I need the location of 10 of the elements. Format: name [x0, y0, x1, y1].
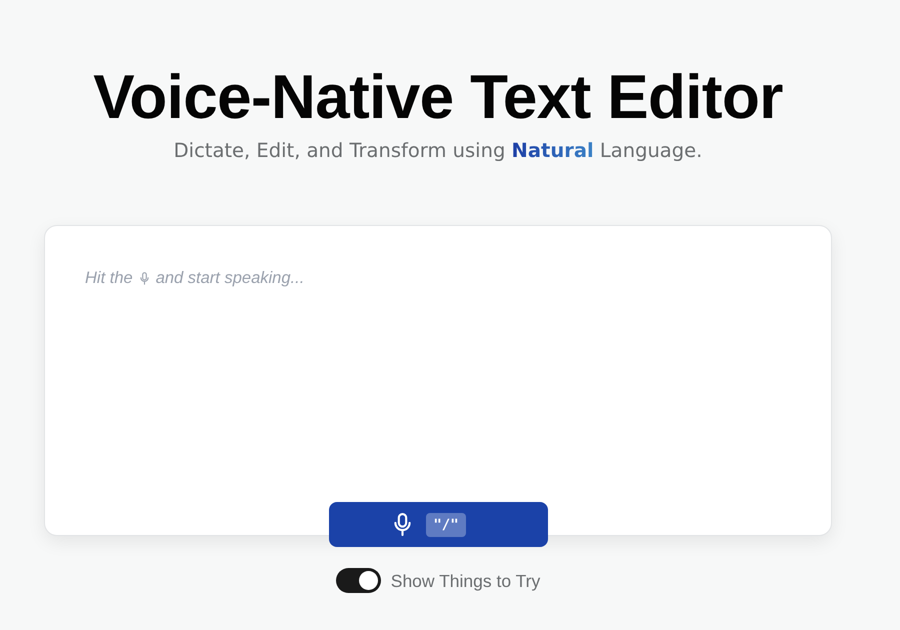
shortcut-key: "/"	[426, 512, 466, 536]
page-title: Voice-Native Text Editor	[93, 62, 783, 134]
microphone-icon	[394, 513, 412, 536]
page-subtitle: Dictate, Edit, and Transform using Natural Language.	[174, 138, 702, 164]
placeholder-text: Hit the	[85, 268, 133, 289]
record-button[interactable]: "/"	[328, 502, 548, 547]
toggle-label[interactable]: Show Things to Try	[390, 570, 540, 592]
microphone-icon	[140, 272, 149, 284]
toggle-switch[interactable]	[336, 568, 381, 593]
placeholder-text: and start speaking...	[156, 268, 304, 289]
